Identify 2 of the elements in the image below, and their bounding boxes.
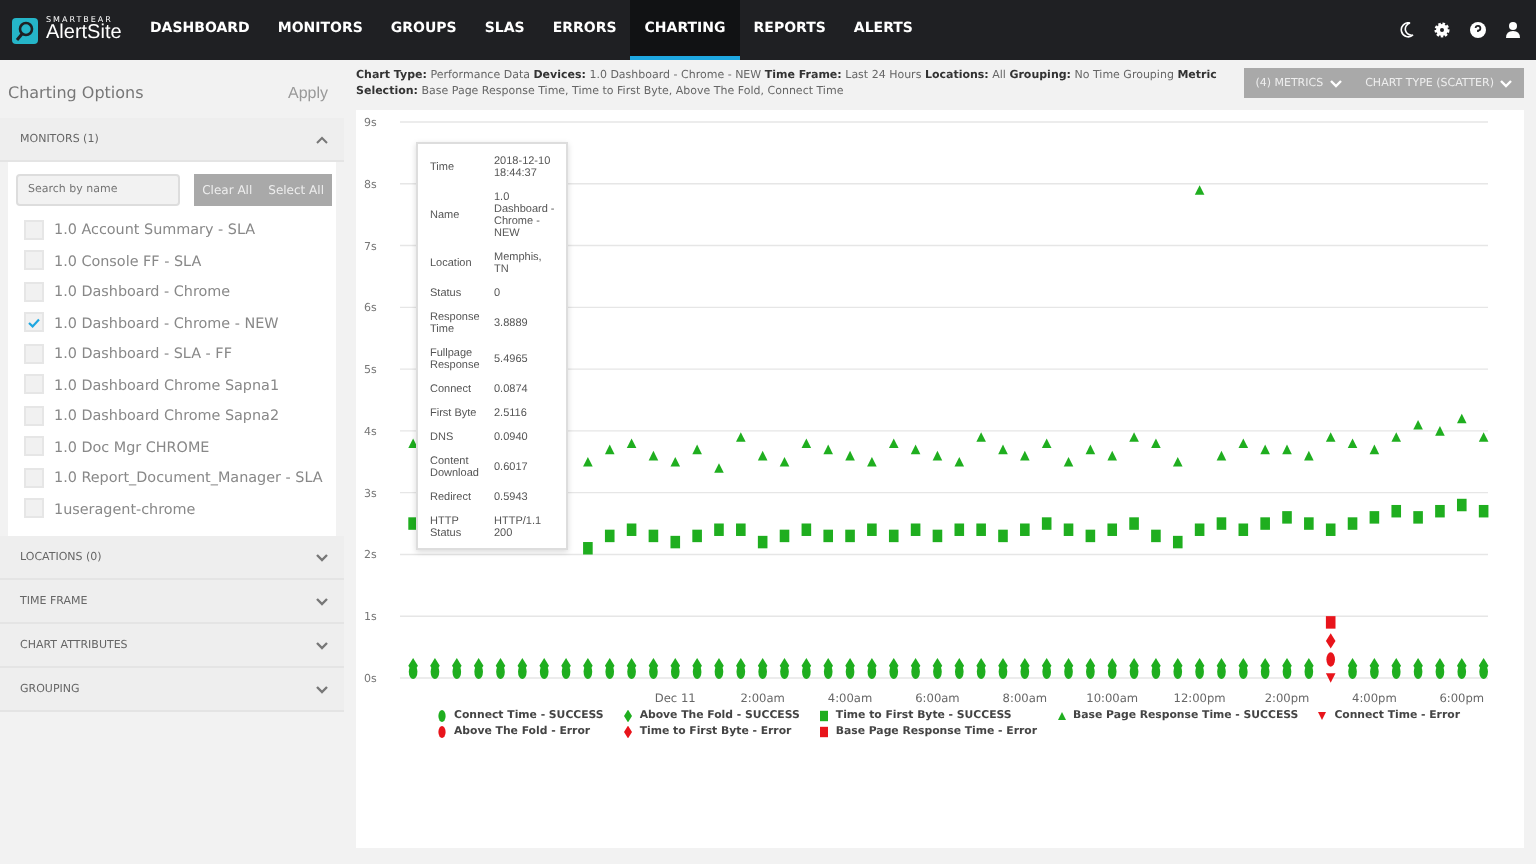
product-name: AlertSite [46, 24, 122, 44]
panel-title: Charting Options [8, 84, 144, 102]
